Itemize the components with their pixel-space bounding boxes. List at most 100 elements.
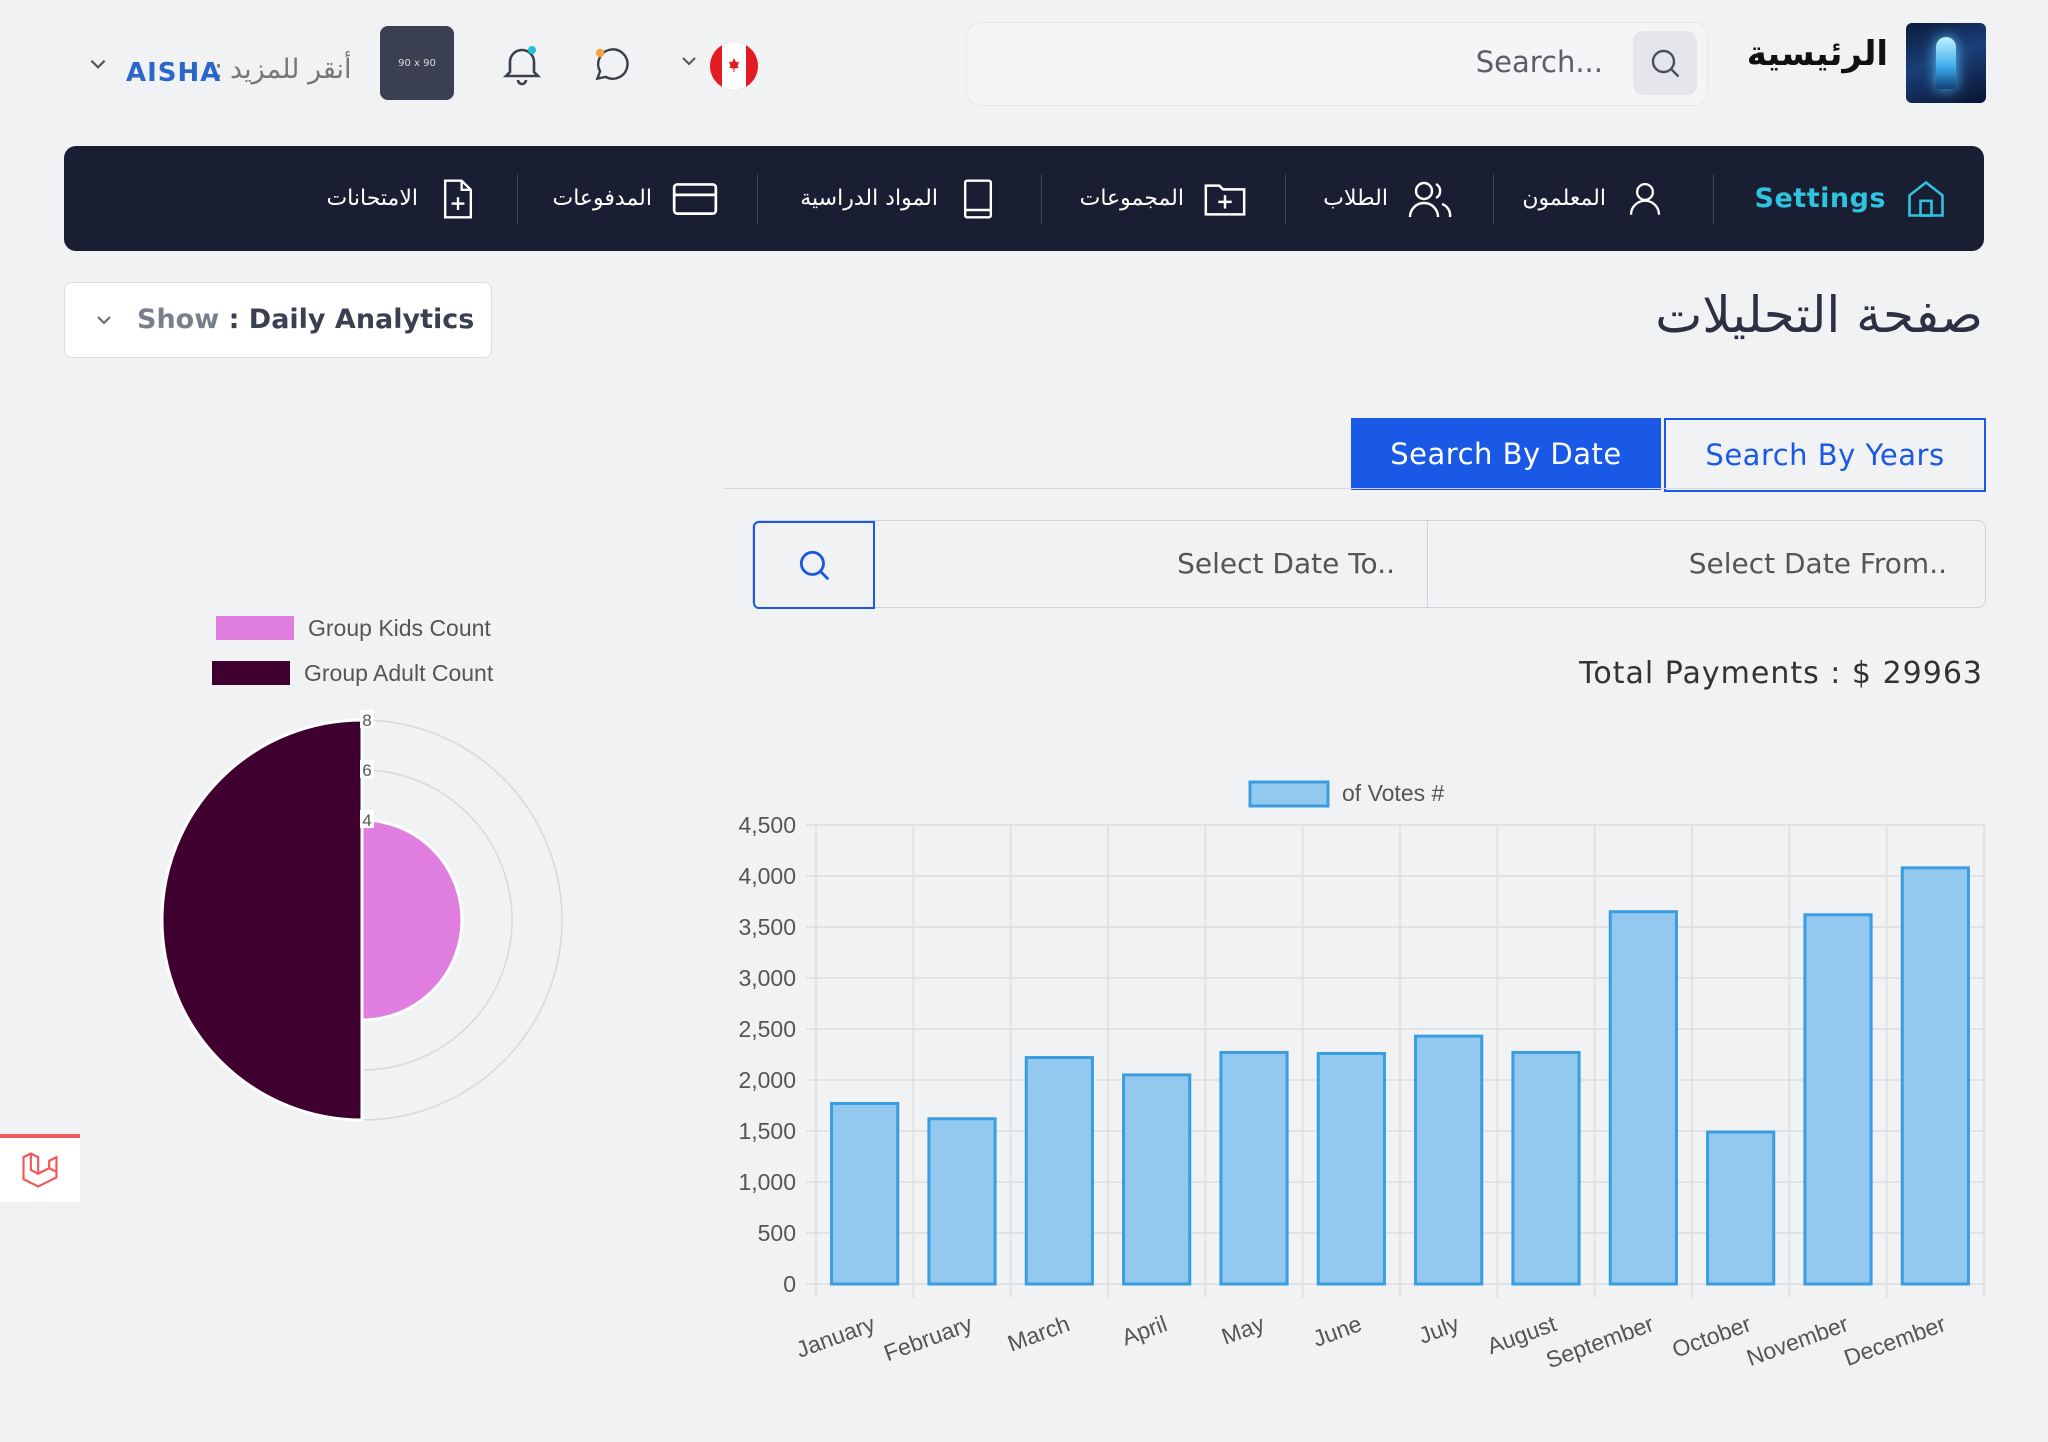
y-tick-label: 500	[758, 1220, 796, 1246]
file-plus-icon	[443, 178, 473, 219]
x-tick-label: March	[1004, 1310, 1073, 1356]
y-tick-label: 1,000	[738, 1169, 796, 1195]
bar-november	[1803, 913, 1873, 1286]
total-label: Total Payments : $	[1579, 656, 1873, 691]
credit-card-icon	[672, 182, 718, 215]
y-tick-label: 3,000	[738, 965, 796, 991]
x-tick-label: September	[1542, 1310, 1657, 1373]
date-filter-row: Select Date From.. Select Date To..	[752, 520, 1986, 609]
total-payments: Total Payments : $ 29963	[1579, 656, 1983, 691]
bar-june	[1316, 1051, 1386, 1286]
groups-polar-chart: Group Kids Count Group Adult Count 8 6 4	[160, 615, 563, 1122]
chevron-down-icon[interactable]	[88, 56, 108, 72]
search-icon	[799, 550, 830, 581]
legend-label: of Votes #	[1342, 780, 1445, 806]
bar-august	[1511, 1050, 1581, 1286]
x-tick-label: April	[1118, 1310, 1170, 1350]
x-tick-label: June	[1309, 1310, 1365, 1351]
bar-january	[830, 1101, 900, 1286]
show-dropdown[interactable]: Show : Daily Analytics	[64, 282, 492, 358]
nav-item-payments[interactable]: المدفوعات	[552, 146, 720, 251]
laravel-debugbar-icon[interactable]	[0, 1134, 80, 1202]
show-value: Daily Analytics	[248, 304, 475, 335]
tabs-divider	[724, 488, 1984, 489]
home-icon	[1908, 180, 1944, 217]
date-search-button[interactable]	[753, 521, 875, 609]
date-from-input[interactable]: Select Date From..	[1689, 547, 1947, 580]
user-more-text[interactable]: أنقر للمزيد	[230, 54, 352, 85]
y-tick-label: 0	[783, 1271, 796, 1297]
x-tick-label: May	[1218, 1310, 1268, 1349]
nav-subjects-label: المواد الدراسية	[800, 186, 938, 211]
nav-exams-label: الامتحانات	[326, 186, 418, 211]
nav-item-subjects[interactable]: المواد الدراسية	[800, 146, 1000, 251]
polar-legend: Group Kids Count Group Adult Count	[212, 615, 494, 686]
slice-group-adult	[160, 718, 364, 1122]
x-tick-label: July	[1415, 1310, 1463, 1349]
chart-legend: of Votes #	[1248, 780, 1445, 808]
x-tick-label: January	[793, 1310, 879, 1363]
chat-icon[interactable]	[590, 42, 634, 86]
legend-swatch-kids	[216, 616, 294, 640]
y-tick-label: 2,000	[738, 1067, 796, 1093]
bar-may	[1219, 1050, 1289, 1286]
avatar[interactable]: 90 x 90	[380, 26, 454, 100]
nav-settings-label: Settings	[1754, 183, 1886, 214]
search-icon	[1651, 49, 1680, 78]
chevron-down-icon	[97, 316, 111, 325]
bar-july	[1414, 1034, 1484, 1286]
nav-item-students[interactable]: الطلاب	[1323, 146, 1454, 251]
nav-payments-label: المدفوعات	[552, 186, 652, 211]
y-tick-label: 1,500	[738, 1118, 796, 1144]
user-icon	[1629, 182, 1661, 215]
chevron-down-icon[interactable]	[680, 54, 698, 68]
show-dropdown-text: Show : Daily Analytics	[137, 304, 474, 335]
bar-october	[1706, 1130, 1776, 1286]
brand-logo[interactable]	[1906, 23, 1986, 103]
nav-teachers-label: المعلمون	[1522, 186, 1606, 211]
tab-search-by-date[interactable]: Search By Date	[1351, 418, 1661, 490]
x-tick-label: October	[1669, 1310, 1755, 1363]
votes-bar-chart: of Votes # 0 500 1,000 1,500 2,000 2,500 3,000 3…	[738, 780, 1985, 1373]
bar-december	[1900, 866, 1970, 1286]
folder-plus-icon	[1204, 183, 1246, 216]
nav-item-settings[interactable]: Settings	[1755, 146, 1948, 251]
bar-february	[927, 1117, 997, 1286]
nav-item-groups[interactable]: المجموعات	[1080, 146, 1248, 251]
x-tick-label: November	[1743, 1310, 1852, 1371]
y-tick-label: 4,000	[738, 863, 796, 889]
r-tick-label: 6	[362, 761, 371, 780]
bar-september	[1608, 910, 1678, 1286]
y-tick-label: 2,500	[738, 1016, 796, 1042]
date-to-input[interactable]: Select Date To..	[1177, 547, 1395, 580]
canada-flag-icon[interactable]	[710, 42, 758, 90]
total-value: 29963	[1882, 656, 1983, 691]
x-tick-label: December	[1840, 1310, 1949, 1371]
global-search[interactable]: Search...	[966, 22, 1708, 106]
legend-label-kids: Group Kids Count	[308, 615, 491, 641]
bell-icon[interactable]	[498, 40, 546, 88]
nav-groups-label: المجموعات	[1079, 186, 1184, 211]
laravel-icon	[22, 1152, 58, 1188]
legend-label-adult: Group Adult Count	[304, 660, 494, 686]
show-sep: :	[219, 304, 249, 335]
y-tick-label: 4,500	[738, 812, 796, 838]
users-icon	[1408, 181, 1452, 217]
nav-item-teachers[interactable]: المعلمون	[1522, 146, 1666, 251]
legend-swatch-adult	[212, 661, 290, 685]
search-input[interactable]: Search...	[1476, 45, 1603, 79]
bar-april	[1122, 1073, 1192, 1286]
tab-search-by-years[interactable]: Search By Years	[1664, 418, 1986, 492]
nav-item-exams[interactable]: الامتحانات	[326, 146, 480, 251]
x-tick-label: February	[880, 1310, 976, 1366]
user-name[interactable]: AISHA	[126, 58, 221, 88]
r-tick-label: 4	[362, 811, 371, 830]
slice-group-kids	[360, 818, 464, 1022]
r-tick-label: 8	[362, 711, 371, 730]
search-button[interactable]	[1633, 31, 1697, 95]
main-nav: Settings المعلمون الطلاب المجموعات الموا…	[64, 146, 1984, 251]
y-tick-label: 3,500	[738, 914, 796, 940]
legend-swatch	[1248, 780, 1330, 808]
page-title: صفحة التحليلات	[1655, 286, 1983, 344]
brand-title[interactable]: الرئيسية	[1747, 34, 1888, 74]
